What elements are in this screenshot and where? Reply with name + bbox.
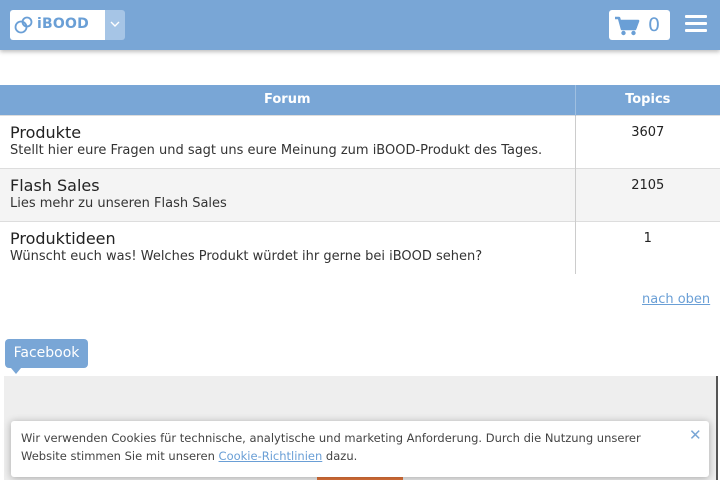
ibood-logo-icon [14, 16, 33, 34]
cart-count: 0 [648, 14, 661, 36]
top-navigation-bar: iBOOD 0 [0, 0, 720, 50]
topics-column-header: Topics [575, 85, 720, 115]
shopping-cart-icon [615, 16, 640, 36]
site-dropdown-button[interactable] [105, 10, 125, 40]
table-row: Produktideen Wünscht euch was! Welches P… [0, 220, 720, 274]
forum-table: Forum Topics Produkte Stellt hier eure F… [0, 85, 720, 274]
forum-description: Stellt hier eure Fragen und sagt uns eur… [10, 142, 543, 158]
cookie-notice: Wir verwenden Cookies für technische, an… [11, 421, 709, 477]
cart-button[interactable]: 0 [609, 10, 670, 40]
cookie-message: Wir verwenden Cookies für technische, an… [21, 429, 681, 465]
chevron-down-icon [110, 21, 120, 27]
forum-column-header: Forum [0, 85, 576, 115]
forum-cell: Flash Sales Lies mehr zu unseren Flash S… [0, 167, 576, 221]
table-row: Produkte Stellt hier eure Fragen und sag… [0, 114, 720, 168]
cookie-policy-link[interactable]: Cookie-Richtlinien [219, 449, 323, 463]
topics-count: 3607 [575, 114, 720, 168]
forum-title-link[interactable]: Flash Sales [10, 176, 565, 195]
forum-description: Wünscht euch was! Welches Produkt würdet… [10, 248, 483, 264]
hamburger-menu-icon[interactable] [685, 15, 707, 33]
cookie-text-end: dazu. [322, 449, 358, 463]
topics-count: 2105 [575, 167, 720, 221]
forum-cell: Produkte Stellt hier eure Fragen und sag… [0, 114, 576, 168]
logo-text: iBOOD [37, 16, 89, 32]
forum-title-link[interactable]: Produkte [10, 123, 565, 142]
forum-title-link[interactable]: Produktideen [10, 229, 565, 248]
topics-count: 1 [575, 220, 720, 274]
back-to-top-link[interactable]: nach oben [642, 292, 710, 307]
close-icon[interactable]: ✕ [689, 426, 702, 444]
table-row: Flash Sales Lies mehr zu unseren Flash S… [0, 167, 720, 221]
logo-button[interactable]: iBOOD [10, 10, 105, 40]
forum-cell: Produktideen Wünscht euch was! Welches P… [0, 220, 576, 274]
forum-description: Lies mehr zu unseren Flash Sales [10, 195, 227, 211]
facebook-tab[interactable]: Facebook [5, 339, 88, 374]
